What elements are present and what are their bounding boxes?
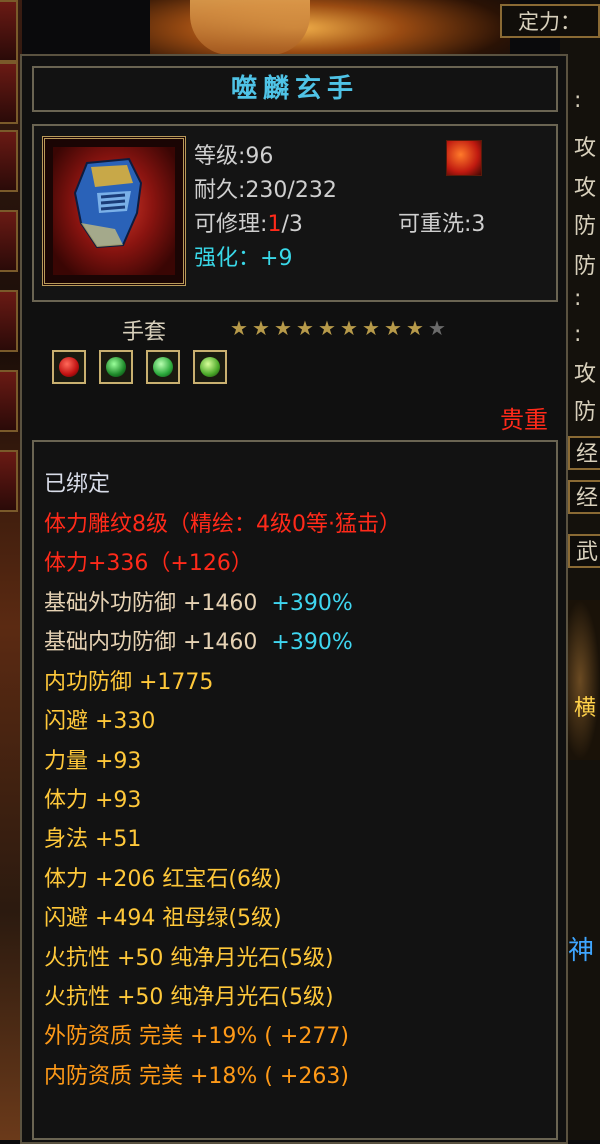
attribute-row: 内防资质 完美 +18% ( +263)	[44, 1058, 349, 1090]
item-tooltip: 噬麟玄手 等级:96 耐久:230/232 可修理:1/3 可重洗:3 强化：+…	[20, 54, 568, 1144]
enhance-stat: 强化：+9	[194, 240, 292, 272]
equip-slot[interactable]	[0, 62, 18, 124]
attribute-text: 外防资质 完美 +19% ( +277)	[44, 1024, 349, 1049]
scene-label: 神	[568, 936, 595, 966]
attribute-text: 体力+336（+126）	[44, 551, 253, 576]
attribute-text: 力量 +93	[44, 749, 142, 774]
rarity-label: 贵重	[500, 406, 548, 434]
rewash-value: :3	[464, 212, 486, 237]
gauntlet-icon	[73, 157, 143, 249]
durability-value: :230/232	[238, 178, 337, 203]
stat-colon: :	[574, 88, 582, 113]
attribute-row: 体力雕纹8级（精绘：4级0等·猛击）	[44, 506, 401, 538]
item-title: 噬麟玄手	[32, 66, 558, 112]
star-rating: ★ ★ ★ ★ ★ ★ ★ ★ ★ ★	[228, 316, 448, 340]
star-filled-icon: ★	[274, 316, 292, 340]
star-filled-icon: ★	[252, 316, 270, 340]
stat-label: 防	[574, 254, 597, 279]
attribute-text: 身法 +51	[44, 827, 142, 852]
stat-colon: :	[574, 286, 582, 311]
flame-badge-icon	[446, 140, 482, 176]
attribute-text: 体力 +206 红宝石(6级)	[44, 867, 282, 892]
star-filled-icon: ★	[406, 316, 424, 340]
equip-slot[interactable]	[0, 290, 18, 352]
item-type-section: 手套 ★ ★ ★ ★ ★ ★ ★ ★ ★ ★ 贵重	[32, 310, 558, 434]
attribute-row: 体力 +206 红宝石(6级)	[44, 861, 282, 893]
equip-slot[interactable]	[0, 450, 18, 512]
attribute-text: 闪避 +330	[44, 709, 156, 734]
attribute-row: 力量 +93	[44, 743, 141, 775]
stat-label: 攻	[574, 176, 597, 201]
stat-box[interactable]: 武	[568, 534, 600, 568]
attribute-bonus: +390%	[271, 591, 353, 616]
stat-label: 防	[574, 400, 597, 425]
green-gem-icon	[99, 350, 134, 384]
repair-used: 1	[267, 212, 282, 237]
repair-label: 可修理	[194, 212, 261, 237]
gem-sockets	[52, 350, 235, 388]
green-gem-icon	[146, 350, 181, 384]
repair-max: /3	[281, 212, 303, 237]
star-filled-icon: ★	[362, 316, 380, 340]
attribute-row: 体力 +93	[44, 782, 141, 814]
level-stat: 等级:96	[194, 138, 273, 170]
attribute-row: 基础内功防御 +1460 +390%	[44, 624, 353, 656]
attribute-row: 体力+336（+126）	[44, 545, 253, 577]
stat-box-dingli: 定力：	[500, 4, 600, 38]
star-filled-icon: ★	[384, 316, 402, 340]
stat-box: 经	[568, 436, 600, 470]
item-header: 等级:96 耐久:230/232 可修理:1/3 可重洗:3 强化：+9	[32, 124, 558, 302]
durability-stat: 耐久:230/232	[194, 172, 337, 204]
star-filled-icon: ★	[318, 316, 336, 340]
equip-slot[interactable]	[0, 370, 18, 432]
level-value: :96	[238, 144, 274, 169]
attribute-text: 体力雕纹8级（精绘：4级0等·猛击）	[44, 512, 401, 537]
attribute-row: 内功防御 +1775	[44, 664, 213, 696]
attribute-row: 外防资质 完美 +19% ( +277)	[44, 1018, 349, 1050]
attribute-text: 火抗性 +50 纯净月光石(5级)	[44, 946, 334, 971]
attribute-row: 闪避 +494 祖母绿(5级)	[44, 900, 282, 932]
enhance-label: 强化：	[194, 246, 261, 271]
attribute-text: 基础内功防御 +1460	[44, 630, 258, 655]
star-filled-icon: ★	[296, 316, 314, 340]
attribute-row: 火抗性 +50 纯净月光石(5级)	[44, 940, 334, 972]
equip-slot[interactable]	[0, 130, 18, 192]
stat-label: 攻	[574, 136, 597, 161]
rewash-stat: 可重洗:3	[398, 206, 485, 238]
attribute-list: 已绑定 体力雕纹8级（精绘：4级0等·猛击） 体力+336（+126） 基础外功…	[32, 440, 558, 1140]
equip-slot[interactable]	[0, 0, 18, 62]
attribute-row: 闪避 +330	[44, 703, 155, 735]
attribute-text: 内功防御 +1775	[44, 670, 214, 695]
attribute-text: 内防资质 完美 +18% ( +263)	[44, 1064, 349, 1089]
attribute-row: 火抗性 +50 纯净月光石(5级)	[44, 979, 334, 1011]
attribute-text: 闪避 +494 祖母绿(5级)	[44, 906, 282, 931]
attribute-text: 基础外功防御 +1460	[44, 591, 258, 616]
repair-stat: 可修理:1/3	[194, 206, 303, 238]
item-icon-frame	[42, 136, 186, 286]
attribute-text: 火抗性 +50 纯净月光石(5级)	[44, 985, 334, 1010]
attribute-row: 已绑定	[44, 466, 110, 498]
star-filled-icon: ★	[340, 316, 358, 340]
equip-slot[interactable]	[0, 210, 18, 272]
star-filled-icon: ★	[230, 316, 248, 340]
stat-label: 攻	[574, 362, 597, 387]
red-gem-icon	[52, 350, 86, 384]
scene-label: 横	[574, 696, 597, 721]
item-type: 手套	[122, 320, 167, 345]
enhance-value: +9	[260, 246, 293, 271]
stat-colon: :	[574, 322, 582, 347]
attribute-row: 身法 +51	[44, 821, 141, 853]
attribute-row: 基础外功防御 +1460 +390%	[44, 585, 353, 617]
green-gem-icon	[193, 350, 228, 384]
stat-label: 防	[574, 214, 597, 239]
stat-box: 经	[568, 480, 600, 514]
level-label: 等级	[194, 144, 239, 169]
attribute-text: 已绑定	[44, 472, 111, 497]
attribute-text: 体力 +93	[44, 788, 142, 813]
character-figure	[190, 0, 310, 55]
attribute-bonus: +390%	[271, 630, 353, 655]
rewash-label: 可重洗	[398, 212, 465, 237]
star-empty-icon: ★	[428, 316, 446, 340]
durability-label: 耐久	[194, 178, 239, 203]
